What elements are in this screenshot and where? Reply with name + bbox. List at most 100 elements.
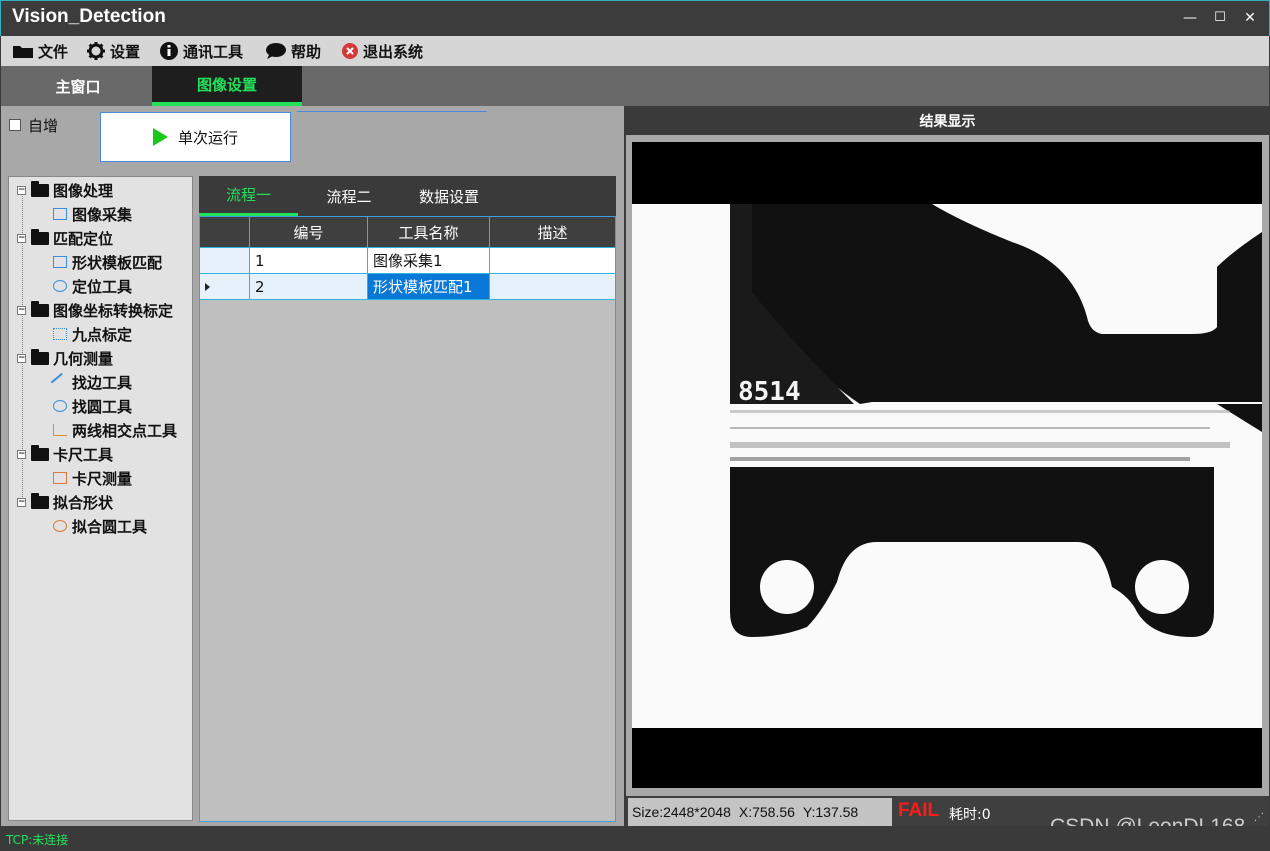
cell-id[interactable]: 1 xyxy=(250,248,368,274)
collapse-icon[interactable]: − xyxy=(17,353,26,363)
tab-flow-one[interactable]: 流程一 xyxy=(199,176,298,216)
tree-item-fit-circle[interactable]: 拟合圆工具 xyxy=(53,515,147,537)
close-button[interactable]: ✕ xyxy=(1240,8,1260,28)
collapse-icon[interactable]: − xyxy=(17,497,26,507)
flow-grid: 编号 工具名称 描述 1 图像采集1 2 形状模板匹配1 xyxy=(199,216,616,822)
tab-main-window[interactable]: 主窗口 xyxy=(3,66,153,106)
elapsed-time: 耗时:0 xyxy=(949,807,991,823)
row-header[interactable] xyxy=(200,248,250,274)
tree-item-label: 找圆工具 xyxy=(72,397,133,416)
tool-tree: − 图像处理 图像采集 − 匹配定位 形状模板匹配 定位工具 − 图像坐标转换标… xyxy=(8,176,193,821)
menu-file[interactable]: 文件 xyxy=(12,36,68,66)
gear-icon xyxy=(86,41,106,61)
tree-item-caliper-measure[interactable]: 卡尺测量 xyxy=(53,467,132,489)
cell-id[interactable]: 2 xyxy=(250,274,368,300)
menu-help-label: 帮助 xyxy=(291,42,322,61)
tree-item-locate-tool[interactable]: 定位工具 xyxy=(53,275,132,297)
cell-description[interactable] xyxy=(490,274,615,300)
tree-group-calibration[interactable]: − 图像坐标转换标定 xyxy=(17,299,173,321)
grid-corner-header xyxy=(200,217,250,248)
tree-group-label: 图像坐标转换标定 xyxy=(53,301,174,320)
tree-group-matching[interactable]: − 匹配定位 xyxy=(17,227,113,249)
row-header-current[interactable] xyxy=(200,274,250,300)
menu-bar: 文件 设置 通讯工具 帮助 退出系统 xyxy=(1,36,1269,66)
inspection-image: 8514 xyxy=(632,142,1262,788)
chat-icon xyxy=(265,42,287,60)
tree-item-shape-match[interactable]: 形状模板匹配 xyxy=(53,251,162,273)
tree-item-line-intersection[interactable]: 两线相交点工具 xyxy=(53,419,177,441)
column-header-id[interactable]: 编号 xyxy=(250,217,368,248)
tree-item-label: 图像采集 xyxy=(72,205,133,224)
tree-group-label: 卡尺工具 xyxy=(53,445,114,464)
minimize-button[interactable]: — xyxy=(1180,8,1200,28)
menu-comm-tools-label: 通讯工具 xyxy=(183,42,244,61)
tab-image-settings[interactable]: 图像设置 xyxy=(152,66,302,106)
menu-settings-label: 设置 xyxy=(110,42,141,61)
menu-exit[interactable]: 退出系统 xyxy=(341,36,423,66)
auto-increment-checkbox[interactable] xyxy=(9,119,21,131)
tree-item-label: 拟合圆工具 xyxy=(72,517,148,536)
tree-item-label: 卡尺测量 xyxy=(72,469,133,488)
tab-data-settings[interactable]: 数据设置 xyxy=(404,176,494,216)
cursor-y: Y:137.58 xyxy=(802,804,859,820)
intersection-icon xyxy=(53,424,67,436)
app-title: Vision_Detection xyxy=(12,6,166,27)
shape-match-icon xyxy=(53,256,67,268)
collapse-icon[interactable]: − xyxy=(17,305,26,315)
play-icon xyxy=(152,128,168,146)
maximize-button[interactable]: ☐ xyxy=(1210,8,1230,28)
collapse-icon[interactable]: − xyxy=(17,233,26,243)
menu-settings[interactable]: 设置 xyxy=(86,36,140,66)
run-once-label: 单次运行 xyxy=(177,128,238,147)
tree-group-caliper[interactable]: − 卡尺工具 xyxy=(17,443,113,465)
current-row-arrow-icon xyxy=(205,282,210,291)
cell-tool-name[interactable]: 形状模板匹配1 xyxy=(368,274,490,300)
auto-increment-label: 自增 xyxy=(28,117,59,135)
folder-icon xyxy=(31,228,49,245)
fit-circle-icon xyxy=(53,520,67,532)
main-tab-bar: 主窗口 图像设置 xyxy=(1,66,1269,106)
tree-item-label: 形状模板匹配 xyxy=(72,253,163,272)
divider xyxy=(297,111,487,112)
info-icon xyxy=(159,41,179,61)
menu-exit-label: 退出系统 xyxy=(363,42,424,61)
run-once-button[interactable]: 单次运行 xyxy=(100,112,291,162)
collapse-icon[interactable]: − xyxy=(17,185,26,195)
resize-grip-icon[interactable]: ⋰ xyxy=(1254,812,1266,824)
exit-icon xyxy=(341,42,359,60)
cell-tool-name[interactable]: 图像采集1 xyxy=(368,248,490,274)
folder-icon xyxy=(31,300,49,317)
result-image[interactable]: 8514 xyxy=(632,142,1262,788)
column-header-tool-name[interactable]: 工具名称 xyxy=(368,217,490,248)
tree-item-label: 找边工具 xyxy=(72,373,133,392)
menu-file-label: 文件 xyxy=(38,42,69,61)
folder-icon xyxy=(31,348,49,365)
tree-item-find-circle[interactable]: 找圆工具 xyxy=(53,395,132,417)
tree-group-fit-shape[interactable]: − 拟合形状 xyxy=(17,491,113,513)
tree-item-image-acquire[interactable]: 图像采集 xyxy=(53,203,132,225)
column-header-description[interactable]: 描述 xyxy=(490,217,615,248)
caliper-icon xyxy=(53,472,67,484)
tree-group-label: 图像处理 xyxy=(53,181,114,200)
tree-group-geometry[interactable]: − 几何测量 xyxy=(17,347,113,369)
tree-group-label: 几何测量 xyxy=(53,349,114,368)
cursor-x: X:758.56 xyxy=(738,804,795,820)
menu-help[interactable]: 帮助 xyxy=(265,36,321,66)
part-marking: 8514 xyxy=(738,377,801,407)
tree-group-image-processing[interactable]: − 图像处理 xyxy=(17,179,113,201)
tab-flow-two[interactable]: 流程二 xyxy=(304,176,394,216)
grid-icon xyxy=(53,328,67,340)
tree-item-nine-point[interactable]: 九点标定 xyxy=(53,323,132,345)
image-size: Size:2448*2048 xyxy=(632,804,731,820)
locate-icon xyxy=(53,280,67,292)
tree-item-label: 两线相交点工具 xyxy=(72,421,178,440)
circle-icon xyxy=(53,400,67,412)
folder-icon xyxy=(12,43,34,59)
menu-comm-tools[interactable]: 通讯工具 xyxy=(159,36,243,66)
tree-item-label: 九点标定 xyxy=(72,325,133,344)
image-icon xyxy=(53,208,67,220)
cell-description[interactable] xyxy=(490,248,615,274)
collapse-icon[interactable]: − xyxy=(17,449,26,459)
tree-item-find-edge[interactable]: 找边工具 xyxy=(50,371,133,393)
flow-tab-bar: 流程一 流程二 数据设置 xyxy=(199,176,616,216)
